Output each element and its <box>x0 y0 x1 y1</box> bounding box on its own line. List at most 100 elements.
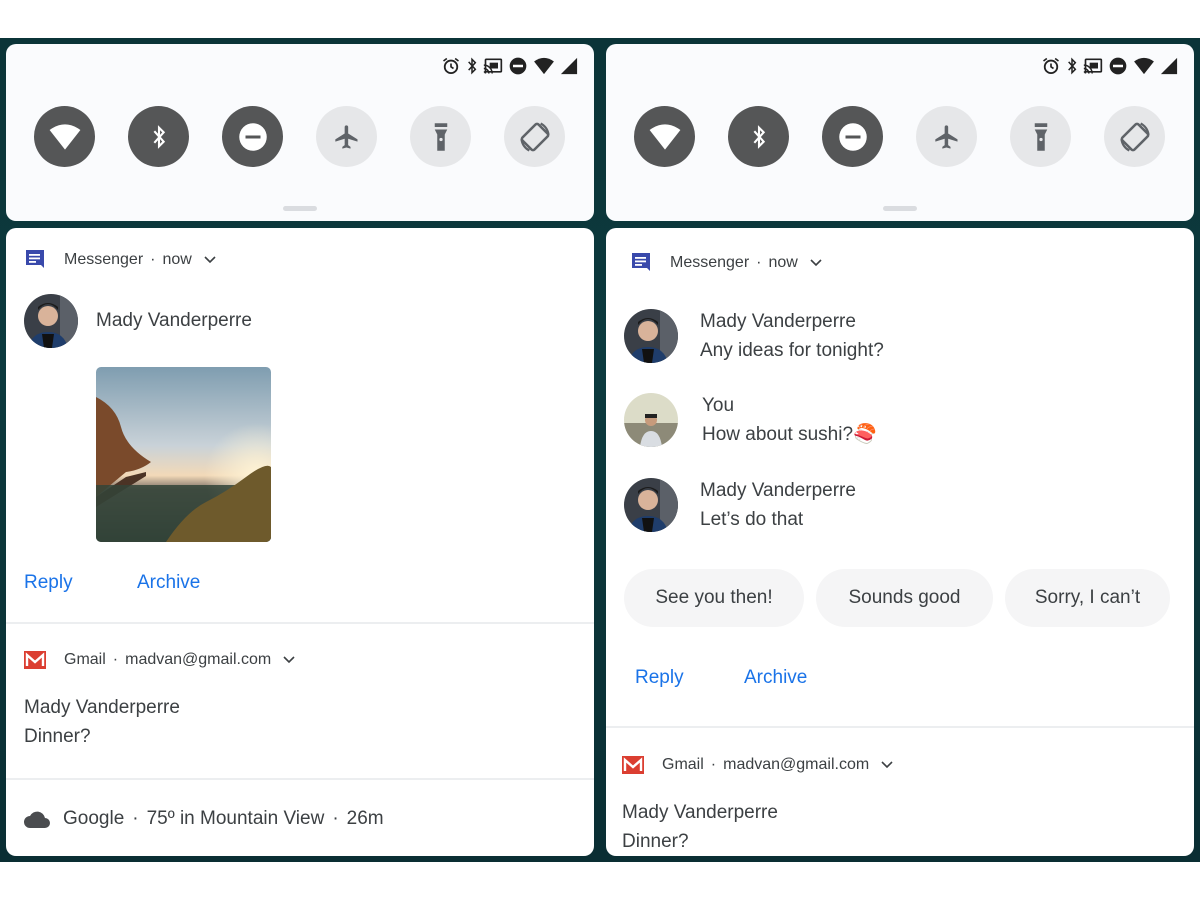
message-text: How about sushi?🍣 <box>702 419 877 451</box>
attached-image[interactable] <box>96 367 271 542</box>
archive-button[interactable]: Archive <box>137 572 200 594</box>
chevron-down-icon[interactable] <box>204 256 216 264</box>
email-subject: Dinner? <box>622 831 689 852</box>
airplane-mode-tile[interactable] <box>316 106 377 167</box>
messenger-notification-header[interactable]: Messenger · now <box>630 252 822 274</box>
quick-settings-tiles <box>634 106 1165 167</box>
bluetooth-icon <box>753 124 765 149</box>
quick-settings-panel <box>606 44 1194 221</box>
gmail-notification-header[interactable]: Gmail · madvan@gmail.com <box>24 649 295 671</box>
gmail-notification-header[interactable]: Gmail · madvan@gmail.com <box>622 754 893 776</box>
message-text: Any ideas for tonight? <box>700 340 884 361</box>
cloud-icon <box>24 811 50 828</box>
quick-settings-tiles <box>34 106 565 167</box>
sender-name: Mady Vanderperre <box>700 480 856 501</box>
avatar <box>624 393 678 447</box>
messenger-notification-header[interactable]: Messenger · now <box>24 249 216 271</box>
smart-reply-chip[interactable]: Sorry, I can’t <box>1005 569 1170 627</box>
signal-icon <box>1160 57 1178 75</box>
right-phone-screen: Messenger · now Mady Vanderperre Any ide… <box>600 38 1200 862</box>
notification-time: now <box>768 254 798 271</box>
airplane-mode-tile[interactable] <box>916 106 977 167</box>
rotate-icon <box>1119 122 1150 151</box>
airplane-icon <box>334 124 357 149</box>
quick-settings-panel <box>6 44 594 221</box>
bluetooth-tile[interactable] <box>128 106 189 167</box>
avatar <box>624 309 678 363</box>
avatar <box>24 294 78 348</box>
bluetooth-icon <box>468 57 477 75</box>
do-not-disturb-tile[interactable] <box>222 106 283 167</box>
smart-reply-chip[interactable]: See you then! <box>624 569 804 627</box>
smart-reply-chip[interactable]: Sounds good <box>816 569 993 627</box>
bluetooth-tile[interactable] <box>728 106 789 167</box>
account-email: madvan@gmail.com <box>723 756 870 773</box>
chevron-down-icon[interactable] <box>283 656 295 664</box>
message-text: Let’s do that <box>700 509 804 530</box>
wifi-icon <box>534 57 554 75</box>
status-bar <box>1041 56 1178 76</box>
message-text-body: How about sushi? <box>702 424 854 445</box>
rotate-icon <box>519 122 550 151</box>
auto-rotate-tile[interactable] <box>1104 106 1165 167</box>
message-item: You How about sushi?🍣 <box>624 393 877 451</box>
reply-button[interactable]: Reply <box>635 667 684 689</box>
notification-time: now <box>162 251 192 268</box>
cast-icon <box>483 58 503 74</box>
left-phone-screen: Messenger · now Mady Vanderperre Reply A… <box>0 38 598 862</box>
separator: · <box>150 251 156 268</box>
do-not-disturb-icon <box>509 57 527 75</box>
separator: · <box>132 808 139 829</box>
wifi-icon <box>49 123 80 150</box>
cast-icon <box>1083 58 1103 74</box>
chevron-down-icon[interactable] <box>881 761 893 769</box>
message-item: Mady Vanderperre Any ideas for tonight? <box>624 309 884 367</box>
signal-icon <box>560 57 578 75</box>
divider <box>606 726 1194 728</box>
alarm-icon <box>1043 57 1059 74</box>
reply-button[interactable]: Reply <box>24 572 73 594</box>
expand-handle[interactable] <box>883 206 917 211</box>
do-not-disturb-icon <box>838 122 867 151</box>
flashlight-tile[interactable] <box>1010 106 1071 167</box>
separator: · <box>332 808 339 829</box>
do-not-disturb-icon <box>238 122 267 151</box>
message-row: Mady Vanderperre <box>24 294 252 348</box>
bluetooth-icon <box>153 124 165 149</box>
app-name: Messenger <box>64 251 144 268</box>
separator: · <box>112 651 119 668</box>
flashlight-tile[interactable] <box>410 106 471 167</box>
expand-handle[interactable] <box>283 206 317 211</box>
messenger-app-icon <box>24 249 46 271</box>
app-name: Gmail <box>64 651 106 668</box>
gmail-app-icon <box>622 754 644 776</box>
wifi-tile[interactable] <box>34 106 95 167</box>
separator: · <box>710 756 717 773</box>
divider <box>6 622 594 624</box>
sender-name: Mady Vanderperre <box>700 311 856 332</box>
notification-shade: Messenger · now Mady Vanderperre Reply A… <box>6 228 594 856</box>
email-sender: Mady Vanderperre <box>24 697 180 718</box>
alarm-icon <box>443 57 459 74</box>
do-not-disturb-icon <box>1109 57 1127 75</box>
divider <box>6 778 594 780</box>
app-name: Messenger <box>670 254 750 271</box>
airplane-icon <box>934 124 957 149</box>
flashlight-icon <box>434 122 447 151</box>
notification-shade: Messenger · now Mady Vanderperre Any ide… <box>606 228 1194 856</box>
chevron-down-icon[interactable] <box>810 259 822 267</box>
gmail-app-icon <box>24 649 46 671</box>
email-subject: Dinner? <box>24 726 91 747</box>
archive-button[interactable]: Archive <box>744 667 807 689</box>
weather-notification[interactable]: Google · 75º in Mountain View · 26m <box>24 808 384 830</box>
wifi-tile[interactable] <box>634 106 695 167</box>
flashlight-icon <box>1034 122 1047 151</box>
sender-name: Mady Vanderperre <box>96 310 252 331</box>
auto-rotate-tile[interactable] <box>504 106 565 167</box>
avatar <box>624 478 678 532</box>
do-not-disturb-tile[interactable] <box>822 106 883 167</box>
separator: · <box>756 254 762 271</box>
sender-name: You <box>702 395 735 416</box>
sushi-emoji-icon: 🍣 <box>853 424 877 445</box>
message-item: Mady Vanderperre Let’s do that <box>624 478 856 536</box>
